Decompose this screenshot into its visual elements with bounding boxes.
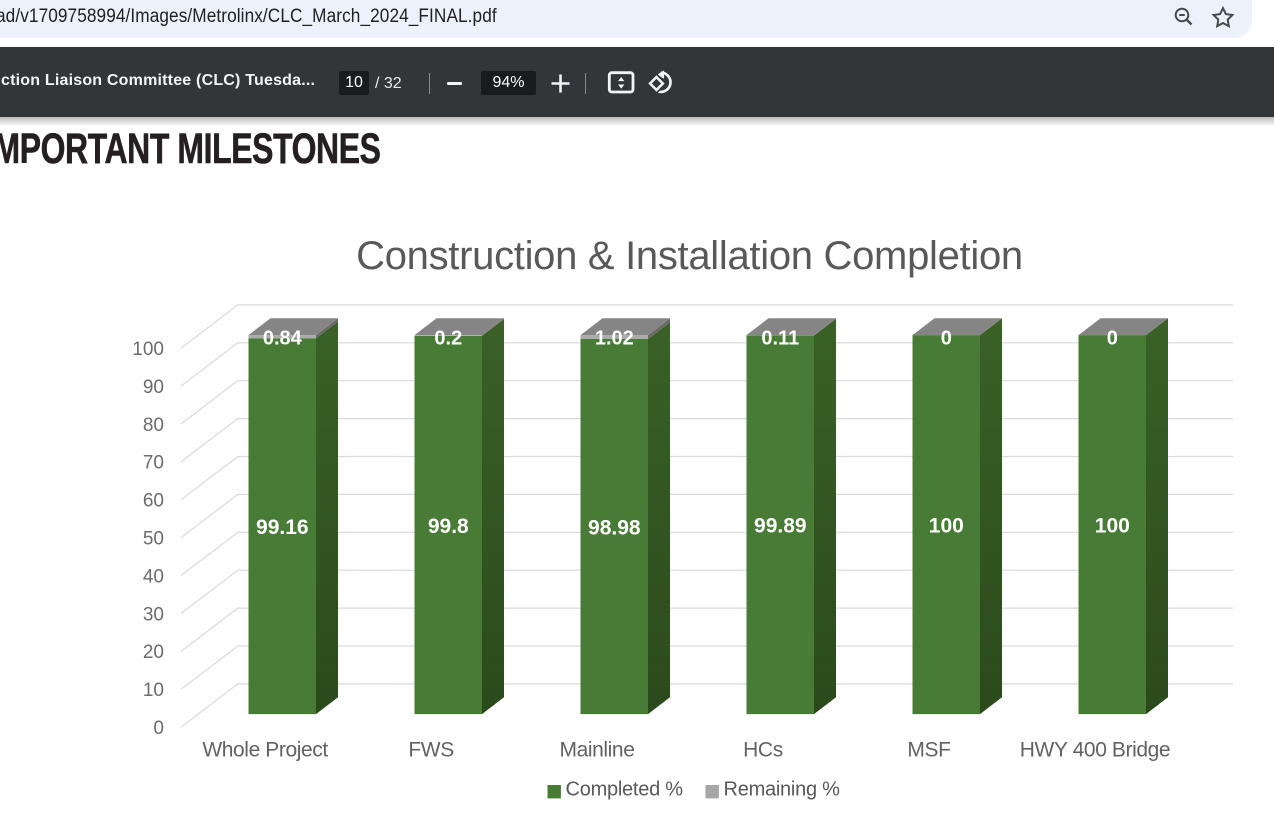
svg-text:Mainline: Mainline xyxy=(559,739,634,762)
svg-text:99.8: 99.8 xyxy=(428,515,469,538)
svg-text:50: 50 xyxy=(143,529,164,550)
svg-text:1.02: 1.02 xyxy=(595,327,634,349)
svg-text:100: 100 xyxy=(132,339,164,360)
svg-text:Whole Project: Whole Project xyxy=(202,739,328,762)
svg-text:30: 30 xyxy=(143,604,164,625)
svg-text:98.98: 98.98 xyxy=(588,516,641,539)
svg-text:0.2: 0.2 xyxy=(434,327,462,349)
svg-text:40: 40 xyxy=(143,566,164,587)
svg-text:MSF: MSF xyxy=(907,739,950,762)
svg-text:HCs: HCs xyxy=(743,739,783,762)
svg-text:0: 0 xyxy=(941,327,952,349)
svg-text:90: 90 xyxy=(143,377,164,398)
svg-text:FWS: FWS xyxy=(408,739,454,762)
svg-text:99.89: 99.89 xyxy=(754,515,807,538)
svg-text:0.11: 0.11 xyxy=(761,327,799,349)
svg-text:80: 80 xyxy=(143,415,164,436)
svg-text:100: 100 xyxy=(929,515,964,538)
svg-text:60: 60 xyxy=(143,491,164,512)
svg-text:0: 0 xyxy=(153,718,164,739)
svg-text:HWY 400 Bridge: HWY 400 Bridge xyxy=(1020,739,1170,762)
svg-text:70: 70 xyxy=(143,453,164,474)
svg-text:Remaining %: Remaining % xyxy=(724,779,841,801)
svg-text:99.16: 99.16 xyxy=(256,516,309,539)
svg-text:20: 20 xyxy=(143,642,164,663)
svg-text:Completed %: Completed % xyxy=(566,779,684,801)
svg-text:0.84: 0.84 xyxy=(263,327,303,349)
svg-text:0: 0 xyxy=(1107,327,1118,349)
svg-text:10: 10 xyxy=(143,680,164,701)
svg-text:100: 100 xyxy=(1095,515,1130,538)
